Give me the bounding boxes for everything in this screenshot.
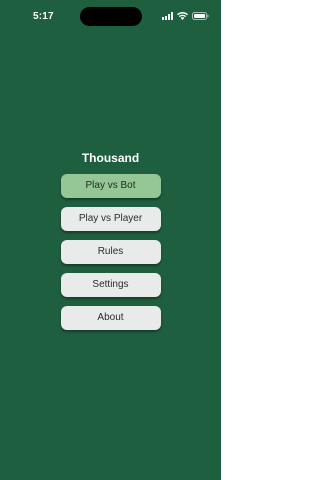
settings-button[interactable]: Settings [60, 273, 161, 297]
app-title: Thousand [81, 151, 140, 165]
status-icons [162, 12, 209, 20]
main-menu: Thousand Play vs Bot Play vs Player Rule… [0, 150, 221, 339]
rules-button[interactable]: Rules [60, 240, 161, 264]
about-button[interactable]: About [60, 306, 161, 330]
status-time: 5:17 [33, 11, 54, 22]
play-vs-player-button[interactable]: Play vs Player [60, 207, 161, 231]
signal-icon [162, 12, 173, 20]
battery-icon [192, 12, 209, 20]
dynamic-island [80, 7, 142, 26]
status-bar: 5:17 [0, 0, 221, 34]
app-screen: 5:17 Thousand Play vs Bot Play vs Player… [0, 0, 221, 480]
play-vs-bot-button[interactable]: Play vs Bot [60, 174, 161, 198]
wifi-icon [177, 12, 188, 20]
